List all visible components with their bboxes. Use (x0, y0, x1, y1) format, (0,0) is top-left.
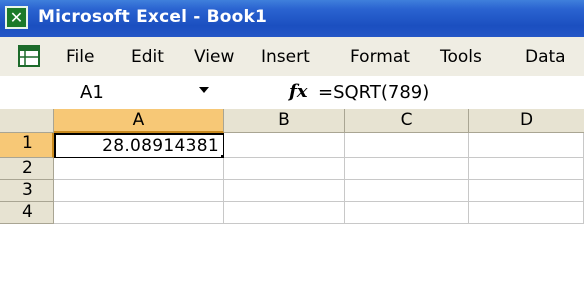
menu-insert[interactable]: Insert (261, 47, 310, 67)
cell-b4[interactable] (224, 202, 345, 224)
worksheet-grid: A B C D 1 2 3 4 28.08914381 (0, 109, 584, 284)
name-box[interactable]: A1 (0, 76, 234, 109)
menu-format[interactable]: Format (350, 47, 410, 67)
cell-a2[interactable] (54, 158, 224, 180)
column-header-a[interactable]: A (54, 109, 224, 133)
name-box-value: A1 (80, 82, 104, 103)
menu-view[interactable]: View (194, 47, 234, 67)
row-header-1[interactable]: 1 (0, 133, 54, 158)
column-header-c[interactable]: C (345, 109, 469, 133)
cell-c2[interactable] (345, 158, 469, 180)
cell-a1-value: 28.08914381 (102, 136, 219, 156)
cell-a3[interactable] (54, 180, 224, 202)
cell-c3[interactable] (345, 180, 469, 202)
formula-input[interactable]: =SQRT(789) (318, 82, 429, 103)
menu-bar: File Edit View Insert Format Tools Data (0, 37, 584, 77)
excel-window: ✕ Microsoft Excel - Book1 File Edit View… (0, 0, 584, 284)
column-header-d[interactable]: D (469, 109, 584, 133)
title-bar[interactable]: ✕ Microsoft Excel - Book1 (0, 0, 584, 37)
menu-data[interactable]: Data (525, 47, 566, 67)
cell-a1[interactable]: 28.08914381 (54, 133, 227, 161)
column-header-b[interactable]: B (224, 109, 345, 133)
row-header-4[interactable]: 4 (0, 202, 54, 224)
cell-d1[interactable] (469, 133, 584, 158)
cell-c1[interactable] (345, 133, 469, 158)
window-title: Microsoft Excel - Book1 (38, 7, 268, 27)
row-header-3[interactable]: 3 (0, 180, 54, 202)
menu-tools[interactable]: Tools (440, 47, 482, 67)
menu-edit[interactable]: Edit (131, 47, 164, 67)
cell-c4[interactable] (345, 202, 469, 224)
formula-bar: A1 fx =SQRT(789) (0, 76, 584, 110)
chevron-down-icon[interactable] (199, 87, 209, 93)
cell-b2[interactable] (224, 158, 345, 180)
cell-d2[interactable] (469, 158, 584, 180)
cell-d4[interactable] (469, 202, 584, 224)
row-header-2[interactable]: 2 (0, 158, 54, 180)
cell-a4[interactable] (54, 202, 224, 224)
select-all-corner[interactable] (0, 109, 54, 133)
cell-d3[interactable] (469, 180, 584, 202)
workbook-icon[interactable] (16, 43, 42, 69)
cell-b1[interactable] (224, 133, 345, 158)
cell-b3[interactable] (224, 180, 345, 202)
menu-file[interactable]: File (66, 47, 94, 67)
excel-icon: ✕ (5, 6, 28, 29)
insert-function-icon[interactable]: fx (289, 81, 307, 102)
